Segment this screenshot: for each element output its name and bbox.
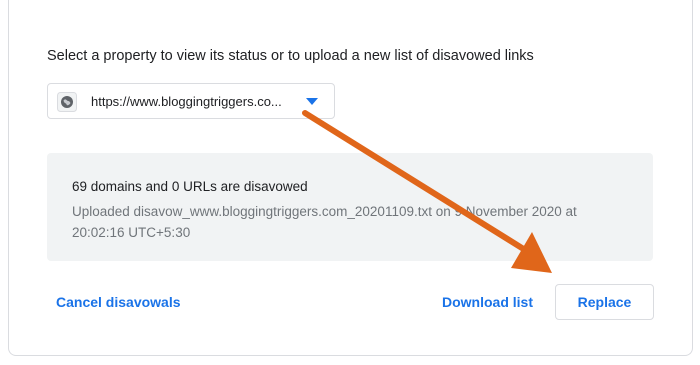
cancel-disavowals-button[interactable]: Cancel disavowals xyxy=(56,294,181,310)
property-prompt: Select a property to view its status or … xyxy=(47,48,534,64)
caret-down-icon[interactable] xyxy=(306,98,318,106)
replace-button[interactable]: Replace xyxy=(555,284,654,320)
disavow-status-box: 69 domains and 0 URLs are disavowed Uplo… xyxy=(47,153,653,261)
status-summary: 69 domains and 0 URLs are disavowed xyxy=(72,179,308,194)
download-list-button[interactable]: Download list xyxy=(442,294,533,310)
property-select[interactable]: https://www.bloggingtriggers.co... xyxy=(47,83,335,119)
property-url: https://www.bloggingtriggers.co... xyxy=(91,94,282,109)
globe-icon xyxy=(57,92,77,112)
status-detail: Uploaded disavow_www.bloggingtriggers.co… xyxy=(72,204,577,240)
